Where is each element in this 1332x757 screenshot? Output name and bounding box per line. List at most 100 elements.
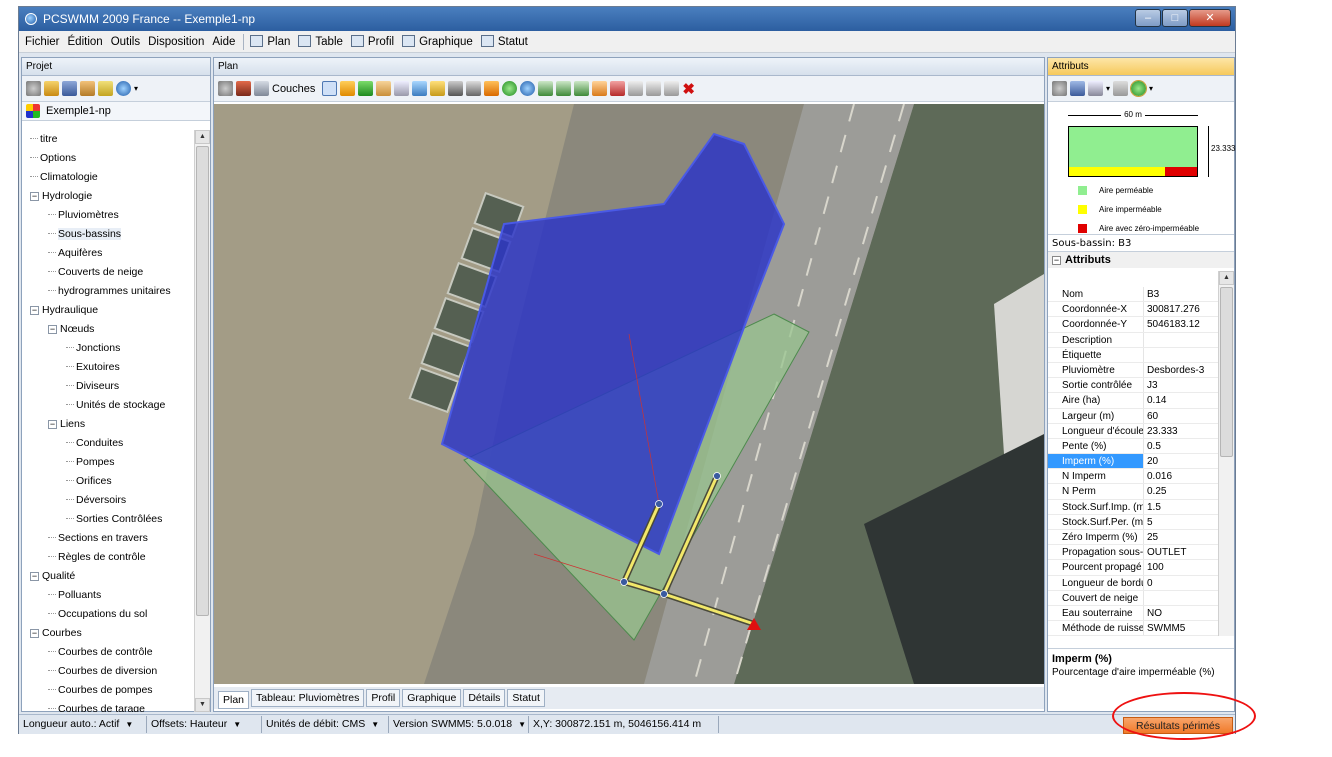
tree-item[interactable]: Orifices [22,472,194,491]
measure-icon[interactable] [412,81,428,96]
property-value[interactable]: OUTLET [1144,545,1220,559]
cut-link-icon[interactable] [466,81,482,96]
collapse-icon[interactable]: − [48,325,57,334]
settings-icon[interactable] [218,81,233,96]
collapse-icon[interactable]: − [1052,256,1061,265]
property-value[interactable]: 25 [1144,530,1220,544]
property-row[interactable]: Stock.Surf.Per. (mm)5 [1048,514,1220,530]
tree-item[interactable]: Règles de contrôle [22,548,194,567]
menu-edition[interactable]: Édition [68,36,103,48]
property-row[interactable]: Nom B3 [1048,287,1220,303]
collapse-icon[interactable]: − [30,629,39,638]
property-value[interactable]: 5046183.12 [1144,317,1220,331]
tree-item[interactable]: Climatologie [22,168,194,187]
tree-item[interactable]: − Courbes [22,624,194,643]
property-value[interactable]: 23.333 [1144,424,1220,438]
tools-icon[interactable] [484,81,500,96]
tree-item[interactable]: Aquifères [22,244,194,263]
tree-item[interactable]: Déversoirs [22,491,194,510]
property-value[interactable]: 100 [1144,560,1220,574]
copy-icon[interactable] [646,81,662,96]
attributes-section-header[interactable]: − Attributs [1048,252,1234,268]
page-icon[interactable] [1113,81,1129,96]
scroll-up-icon[interactable]: ▲ [195,130,210,144]
tree-item[interactable]: Sections en travers [22,529,194,548]
tree-item[interactable]: Pluviomètres [22,206,194,225]
tree-item[interactable]: Conduites [22,434,194,453]
select-arrow-icon[interactable] [322,81,338,96]
property-row[interactable]: Imperm (%) 20 [1048,454,1220,470]
zoom-in-icon[interactable] [538,81,554,96]
menu-table[interactable]: Table [298,35,343,48]
property-value[interactable]: Desbordes-3 [1144,363,1220,377]
property-value[interactable]: J3 [1144,378,1220,392]
flag-icon[interactable] [610,81,626,96]
property-row[interactable]: Zéro Imperm (%) 25 [1048,530,1220,546]
dropdown-arrow-icon[interactable]: ▾ [1106,84,1110,93]
cut-icon[interactable] [628,81,644,96]
layer-properties-icon[interactable] [236,81,251,96]
project-tree-scrollbar[interactable]: ▲ ▼ [194,130,210,712]
tree-item[interactable]: Diviseurs [22,377,194,396]
save-icon[interactable] [62,81,77,96]
property-row[interactable]: Coordonnée-X 300817.276 [1048,302,1220,318]
label-icon[interactable] [1070,81,1085,96]
junction-node[interactable] [655,500,663,508]
property-row[interactable]: Stock.Surf.Imp. (mm1.5 [1048,499,1220,515]
collapse-icon[interactable]: − [48,420,57,429]
tree-item[interactable]: Options [22,149,194,168]
layers-button[interactable]: Couches [272,83,315,95]
tab-graphique[interactable]: Graphique [402,689,462,707]
tree-item[interactable]: hydrogrammes unitaires [22,282,194,301]
status-version[interactable]: Version SWMM5: 5.0.018 ▼ [389,716,529,733]
tree-item[interactable]: Courbes de pompes [22,681,194,700]
project-root[interactable]: Exemple1-np [22,102,210,121]
add-icon[interactable] [358,81,374,96]
map-canvas[interactable] [214,104,1044,684]
tab-tableau[interactable]: Tableau: Pluviomètres [251,689,365,707]
property-row[interactable]: Pluviomètre Desbordes-3 [1048,362,1220,379]
zoom-extent-icon[interactable] [574,81,590,96]
paste-icon[interactable] [664,81,680,96]
maximize-button[interactable]: □ [1162,9,1188,27]
menu-fichier[interactable]: Fichier [25,36,60,48]
property-value[interactable]: 300817.276 [1144,302,1220,316]
tree-item[interactable]: Courbes de diversion [22,662,194,681]
tab-plan[interactable]: Plan [218,691,250,709]
property-value[interactable]: SWMM5 [1144,621,1220,635]
tree-item[interactable]: Occupations du sol [22,605,194,624]
tree-item[interactable]: Exutoires [22,358,194,377]
tree-item[interactable]: − Hydrologie [22,187,194,206]
property-row[interactable]: Longueur d'écoulem 23.333 [1048,423,1220,439]
status-flow-units[interactable]: Unités de débit: CMS ▼ [262,716,389,733]
scroll-thumb[interactable] [196,146,209,616]
web-icon[interactable] [520,81,536,96]
tree-item[interactable]: Sorties Contrôlées [22,510,194,529]
tree-item[interactable]: − Hydraulique [22,301,194,320]
dropdown-arrow-icon[interactable]: ▾ [134,84,138,93]
menu-aide[interactable]: Aide [212,36,235,48]
package-icon[interactable] [80,81,95,96]
info-icon[interactable] [1130,80,1148,97]
property-row[interactable]: Description [1048,332,1220,348]
collapse-icon[interactable]: − [30,306,39,315]
property-row[interactable]: Longueur de bordure0 [1048,575,1220,591]
property-value[interactable] [1144,348,1220,362]
junction-node[interactable] [713,472,721,480]
tab-details[interactable]: Détails [463,689,506,707]
property-row[interactable]: Couvert de neige [1048,590,1220,606]
property-value[interactable]: 0.14 [1144,393,1220,407]
tree-item[interactable]: Sous-bassins [22,225,194,244]
dropdown-arrow-icon[interactable]: ▾ [1149,84,1153,93]
menu-statut[interactable]: Statut [480,35,528,48]
property-row[interactable]: Largeur (m) 60 [1048,408,1220,424]
tab-statut[interactable]: Statut [507,689,545,707]
property-row[interactable]: N Perm 0.25 [1048,484,1220,500]
scroll-up-icon[interactable]: ▲ [1219,271,1234,285]
tree-item[interactable]: Unités de stockage [22,396,194,415]
find-icon[interactable] [448,81,464,96]
property-row[interactable]: Propagation sous-paOUTLET [1048,545,1220,561]
settings-icon[interactable] [1052,81,1067,96]
property-value[interactable] [1144,591,1220,605]
tree-item[interactable]: − Liens [22,415,194,434]
